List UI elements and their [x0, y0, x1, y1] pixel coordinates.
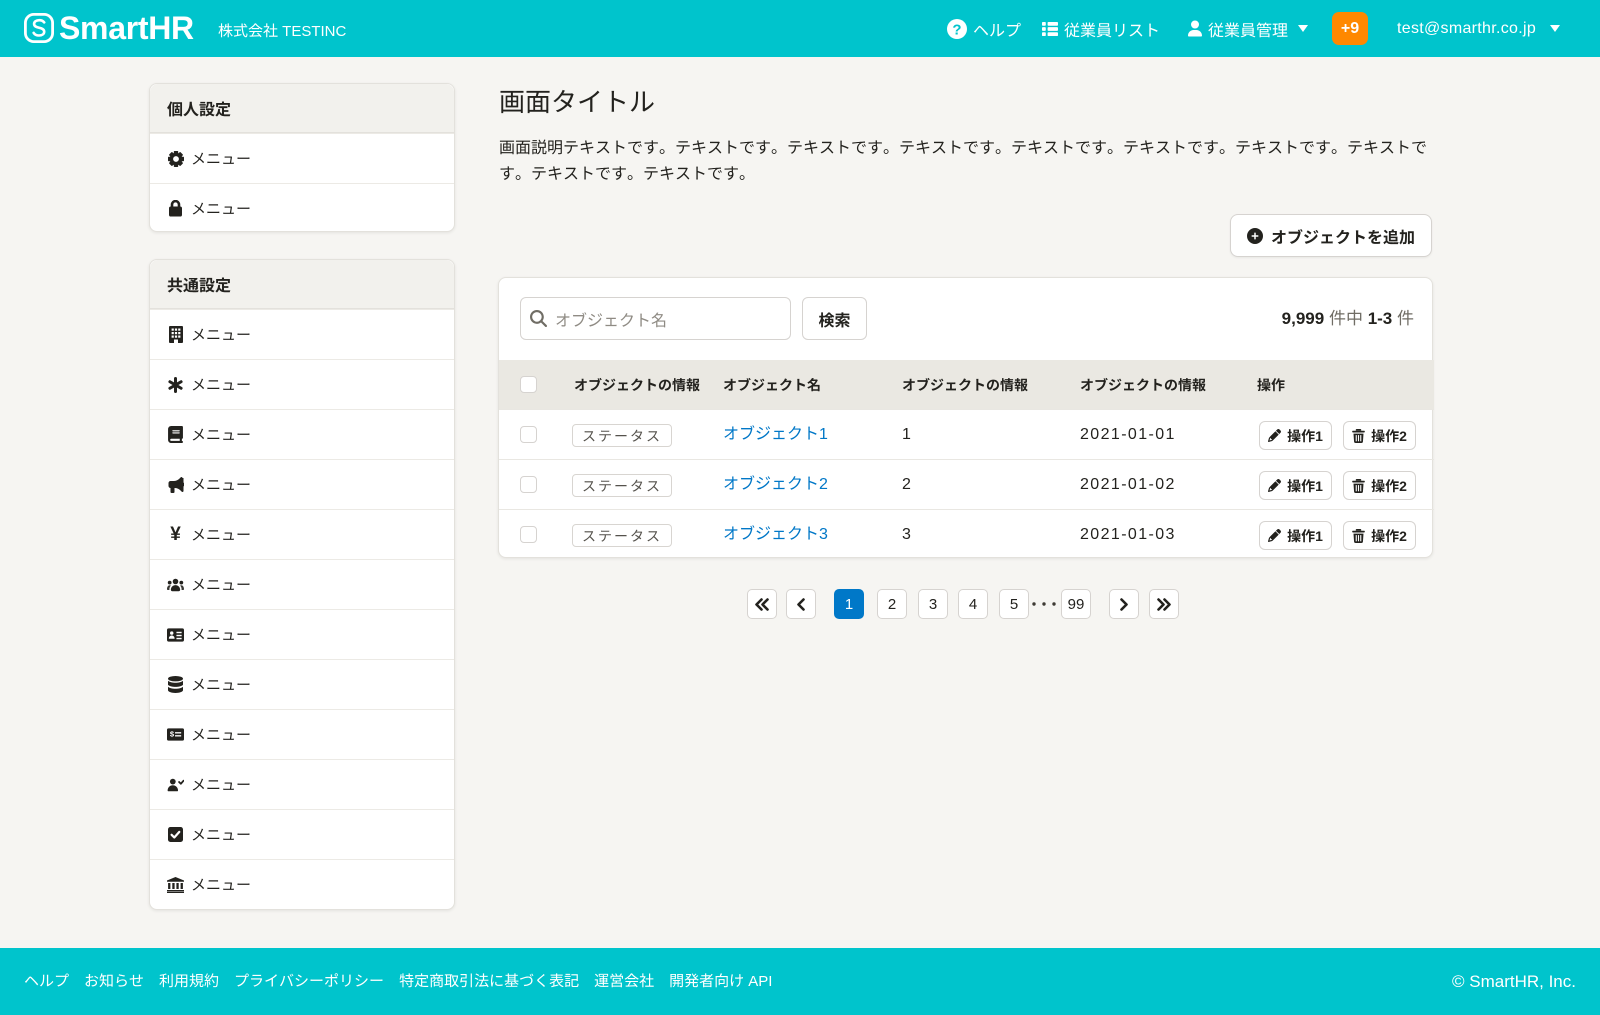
svg-text:?: ? — [952, 21, 961, 38]
